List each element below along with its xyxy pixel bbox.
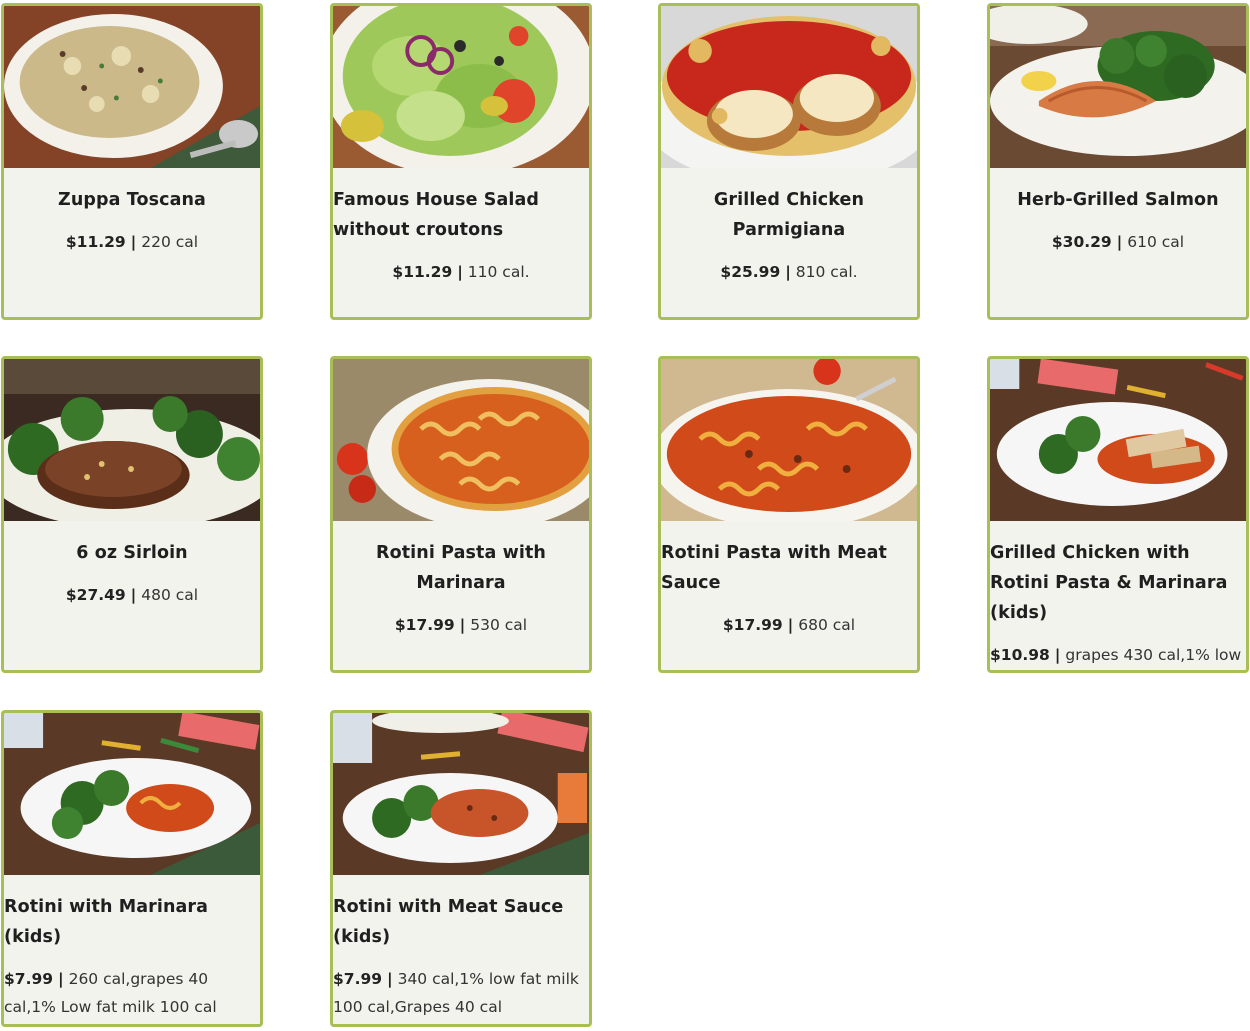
item-name: Rotini with Meat Sauce (kids) <box>333 897 564 947</box>
item-name: Rotini Pasta with Meat Sauce <box>661 543 887 593</box>
item-calories: 220 cal <box>141 233 199 251</box>
item-name: Famous House Salad without croutons <box>333 190 540 240</box>
sirloin-photo <box>4 359 260 521</box>
item-price-line: $7.99 | 340 cal,1% low fat milk 100 cal,… <box>333 965 589 1021</box>
item-price: $25.99 <box>720 263 781 281</box>
kids-chicken-rotini-photo <box>990 359 1246 521</box>
rotini-meat-sauce-photo <box>661 359 917 521</box>
item-price: $11.29 <box>392 263 453 281</box>
menu-card-sirloin[interactable]: 6 oz Sirloin $27.49 | 480 cal <box>1 356 263 673</box>
item-calories: 810 cal. <box>795 263 858 281</box>
price-separator: | <box>785 263 791 281</box>
menu-card-chicken-parmigiana[interactable]: Grilled Chicken Parmigiana $25.99 | 810 … <box>658 3 920 320</box>
soup-photo <box>4 6 260 168</box>
menu-card-rotini-marinara[interactable]: Rotini Pasta with Marinara $17.99 | 530 … <box>330 356 592 673</box>
price-separator: | <box>130 586 137 604</box>
price-separator: | <box>130 233 137 251</box>
menu-card-zuppa-toscana[interactable]: Zuppa Toscana $11.29 | 220 cal <box>1 3 263 320</box>
price-separator: | <box>787 616 794 634</box>
item-calories: 530 cal <box>470 616 528 634</box>
item-price-line: $11.29 | 220 cal <box>4 228 260 256</box>
item-price: $30.29 <box>1051 233 1112 251</box>
salad-photo <box>333 6 589 168</box>
item-price: $10.98 <box>990 646 1050 664</box>
item-calories: 110 cal. <box>467 263 530 281</box>
price-separator: | <box>457 263 463 281</box>
price-separator: | <box>1116 233 1123 251</box>
menu-card-kids-chicken-rotini[interactable]: Grilled Chicken with Rotini Pasta & Mari… <box>987 356 1249 673</box>
price-separator: | <box>459 616 466 634</box>
item-name: Grilled Chicken Parmigiana <box>713 190 865 240</box>
price-separator: | <box>386 970 393 988</box>
item-name: Rotini with Marinara (kids) <box>4 897 209 947</box>
menu-grid: Zuppa Toscana $11.29 | 220 cal Famous Ho… <box>0 0 1250 1031</box>
item-name: Grilled Chicken with Rotini Pasta & Mari… <box>990 543 1228 623</box>
item-price: $17.99 <box>394 616 455 634</box>
menu-card-kids-rotini-marinara[interactable]: Rotini with Marinara (kids) $7.99 | 260 … <box>1 710 263 1027</box>
chicken-parmigiana-photo <box>661 6 917 168</box>
item-name: Rotini Pasta with Marinara <box>376 543 546 593</box>
item-calories: 680 cal <box>798 616 856 634</box>
item-price-line: $25.99 | 810 cal. <box>661 258 917 286</box>
item-price-line: $30.29 | 610 cal <box>990 228 1246 256</box>
item-price: $27.49 <box>65 586 126 604</box>
kids-rotini-meat-sauce-photo <box>333 713 589 875</box>
menu-card-house-salad[interactable]: Famous House Salad without croutons $11.… <box>330 3 592 320</box>
item-name: 6 oz Sirloin <box>76 543 188 563</box>
price-separator: | <box>1054 646 1061 664</box>
item-price: $7.99 <box>333 970 383 988</box>
item-price-line: $7.99 | 260 cal,grapes 40 cal,1% Low fat… <box>4 965 260 1021</box>
item-name: Herb-Grilled Salmon <box>1017 190 1219 210</box>
item-calories: 610 cal <box>1127 233 1185 251</box>
menu-card-herb-grilled-salmon[interactable]: Herb-Grilled Salmon $30.29 | 610 cal <box>987 3 1249 320</box>
item-price-line: $11.29 | 110 cal. <box>333 258 589 286</box>
item-price: $11.29 <box>65 233 126 251</box>
menu-card-rotini-meat-sauce[interactable]: Rotini Pasta with Meat Sauce $17.99 | 68… <box>658 356 920 673</box>
menu-card-kids-rotini-meat-sauce[interactable]: Rotini with Meat Sauce (kids) $7.99 | 34… <box>330 710 592 1027</box>
item-price-line: $17.99 | 530 cal <box>333 611 589 639</box>
salmon-photo <box>990 6 1246 168</box>
price-separator: | <box>57 970 64 988</box>
rotini-marinara-photo <box>333 359 589 521</box>
item-price-line: $10.98 | grapes 430 cal,1% low fat milk … <box>990 641 1246 670</box>
item-price-line: $27.49 | 480 cal <box>4 581 260 609</box>
kids-rotini-marinara-photo <box>4 713 260 875</box>
item-price: $7.99 <box>4 970 54 988</box>
item-calories: 480 cal <box>141 586 199 604</box>
item-price-line: $17.99 | 680 cal <box>661 611 917 639</box>
item-price: $17.99 <box>722 616 783 634</box>
item-name: Zuppa Toscana <box>58 190 206 210</box>
